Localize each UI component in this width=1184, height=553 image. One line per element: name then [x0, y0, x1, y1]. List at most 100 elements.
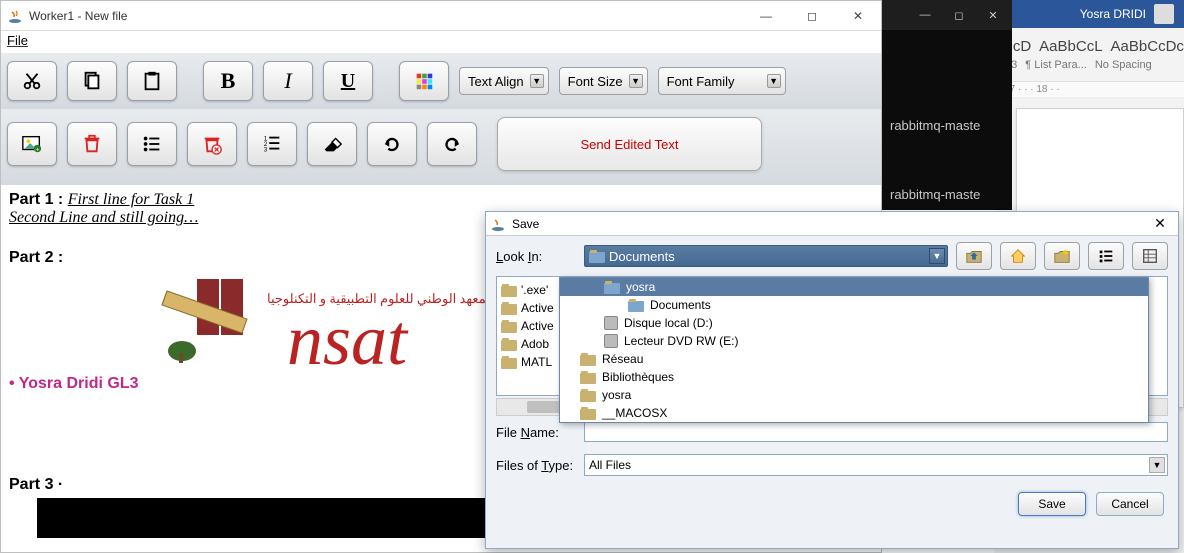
- task1-line2: Second Line and still going…: [9, 209, 198, 226]
- home-button[interactable]: [1000, 242, 1036, 270]
- send-edited-text-button[interactable]: Send Edited Text: [497, 117, 762, 171]
- toolbar-actions: + 123 Send Edited Text: [1, 109, 881, 185]
- terminal-min-icon[interactable]: —: [910, 4, 940, 26]
- dropdown-item[interactable]: __MACOSX: [560, 404, 1148, 422]
- dropdown-item[interactable]: Bibliothèques: [560, 368, 1148, 386]
- folder-open-icon: [589, 250, 605, 263]
- paste-button[interactable]: [127, 61, 177, 101]
- chevron-down-icon: ▼: [1149, 457, 1165, 473]
- filetype-combo[interactable]: All Files ▼: [584, 454, 1168, 476]
- folder-icon: [628, 299, 644, 312]
- folder-icon: [580, 407, 596, 420]
- eraser-button[interactable]: [307, 122, 357, 166]
- filename-input[interactable]: [584, 422, 1168, 442]
- terminal-window: — ◻ ✕ rabbitmq-maste rabbitmq-maste: [882, 0, 1012, 210]
- list-item[interactable]: '.exe': [501, 281, 555, 299]
- java-icon: [7, 8, 23, 24]
- cut-button[interactable]: [7, 61, 57, 101]
- cancel-button[interactable]: Cancel: [1096, 492, 1164, 516]
- undo-button[interactable]: [367, 122, 417, 166]
- terminal-line: rabbitmq-maste: [882, 187, 1012, 202]
- folder-icon: [501, 356, 517, 369]
- color-button[interactable]: [399, 61, 449, 101]
- details-view-button[interactable]: [1132, 242, 1168, 270]
- insert-image-button[interactable]: +: [7, 122, 57, 166]
- delete-list-button[interactable]: [187, 122, 237, 166]
- style-label: ¶ List Para...: [1025, 59, 1087, 71]
- combo-value: All Files: [589, 458, 631, 472]
- dropdown-item[interactable]: yosra: [560, 278, 1148, 296]
- save-button[interactable]: Save: [1018, 492, 1086, 516]
- logo-text: nsat: [287, 299, 407, 382]
- combo-value: Documents: [609, 249, 675, 264]
- toolbar-format: B I U Text Align ▼ Font Size▼ Font Family…: [1, 53, 881, 109]
- disk-icon: [604, 334, 618, 348]
- style-preview[interactable]: AaBbCcL: [1039, 38, 1102, 55]
- italic-button[interactable]: I: [263, 61, 313, 101]
- list-item[interactable]: Active: [501, 317, 555, 335]
- minimize-icon[interactable]: —: [743, 1, 789, 31]
- bullet-list-button[interactable]: [127, 122, 177, 166]
- word-user: Yosra DRIDI: [1080, 7, 1146, 21]
- dropdown-item[interactable]: yosra: [560, 386, 1148, 404]
- folder-icon: [501, 302, 517, 315]
- dropdown-item[interactable]: Lecteur DVD RW (E:): [560, 332, 1148, 350]
- list-item[interactable]: Adob: [501, 335, 555, 353]
- chevron-down-icon: ▼: [530, 74, 544, 88]
- terminal-line: rabbitmq-maste: [882, 118, 1012, 133]
- dropdown-item[interactable]: Documents: [560, 296, 1148, 314]
- dropdown-label: Font Family: [667, 74, 735, 89]
- svg-text:3: 3: [264, 146, 268, 153]
- word-styles: CcD AaBbCcL AaBbCcDc g 3 ¶ List Para... …: [994, 28, 1184, 82]
- maximize-icon[interactable]: ◻: [789, 1, 835, 31]
- folder-icon: [501, 284, 517, 297]
- dialog-title: Save: [512, 217, 1146, 231]
- list-view-button[interactable]: [1088, 242, 1124, 270]
- chevron-down-icon: ▼: [767, 74, 781, 88]
- underline-button[interactable]: U: [323, 61, 373, 101]
- text-align-dropdown[interactable]: Text Align ▼: [459, 67, 549, 95]
- chevron-down-icon: ▼: [629, 74, 643, 88]
- close-icon[interactable]: ✕: [835, 1, 881, 31]
- chevron-down-icon: ▼: [929, 248, 945, 264]
- bold-button[interactable]: B: [203, 61, 253, 101]
- menu-file[interactable]: File: [7, 33, 28, 48]
- style-preview[interactable]: AaBbCcDc: [1111, 38, 1184, 55]
- folder-icon: [580, 353, 596, 366]
- terminal-close-icon[interactable]: ✕: [978, 4, 1008, 26]
- list-item[interactable]: MATL: [501, 353, 555, 371]
- delete-button[interactable]: [67, 122, 117, 166]
- filename-label: File Name:: [496, 425, 576, 440]
- file-list[interactable]: '.exe'ActiveActiveAdobMATL yosraDocument…: [496, 276, 1168, 396]
- folder-icon: [580, 389, 596, 402]
- dropdown-item[interactable]: Disque local (D:): [560, 314, 1148, 332]
- folder-dropdown[interactable]: yosraDocumentsDisque local (D:)Lecteur D…: [559, 277, 1149, 423]
- font-family-dropdown[interactable]: Font Family ▼: [658, 67, 786, 95]
- list-item[interactable]: Active: [501, 299, 555, 317]
- book-icon: [157, 271, 277, 371]
- menubar: File: [1, 31, 881, 53]
- avatar[interactable]: [1154, 4, 1174, 24]
- dialog-titlebar: Save ✕: [486, 212, 1178, 236]
- terminal-max-icon[interactable]: ◻: [944, 4, 974, 26]
- copy-button[interactable]: [67, 61, 117, 101]
- task1-line1: First line for Task 1: [68, 191, 195, 208]
- numbered-list-button[interactable]: 123: [247, 122, 297, 166]
- font-size-dropdown[interactable]: Font Size▼: [559, 67, 648, 95]
- word-titlebar: Yosra DRIDI: [994, 0, 1184, 28]
- up-folder-button[interactable]: [956, 242, 992, 270]
- editor-titlebar: Worker1 - New file — ◻ ✕: [1, 1, 881, 31]
- editor-title: Worker1 - New file: [29, 9, 743, 23]
- redo-button[interactable]: [427, 122, 477, 166]
- close-icon[interactable]: ✕: [1146, 215, 1174, 232]
- dropdown-label: Text Align: [468, 74, 524, 89]
- lookin-combo[interactable]: Documents ▼: [584, 245, 948, 267]
- word-ruler: · 17 · · · 18 · ·: [994, 82, 1184, 98]
- folder-icon: [604, 281, 620, 294]
- part1-label: Part 1 :: [9, 191, 63, 208]
- folder-icon: [501, 338, 517, 351]
- folder-icon: [501, 320, 517, 333]
- new-folder-button[interactable]: [1044, 242, 1080, 270]
- save-dialog: Save ✕ Look In: Documents ▼ '.exe'Active…: [485, 211, 1179, 549]
- dropdown-item[interactable]: Réseau: [560, 350, 1148, 368]
